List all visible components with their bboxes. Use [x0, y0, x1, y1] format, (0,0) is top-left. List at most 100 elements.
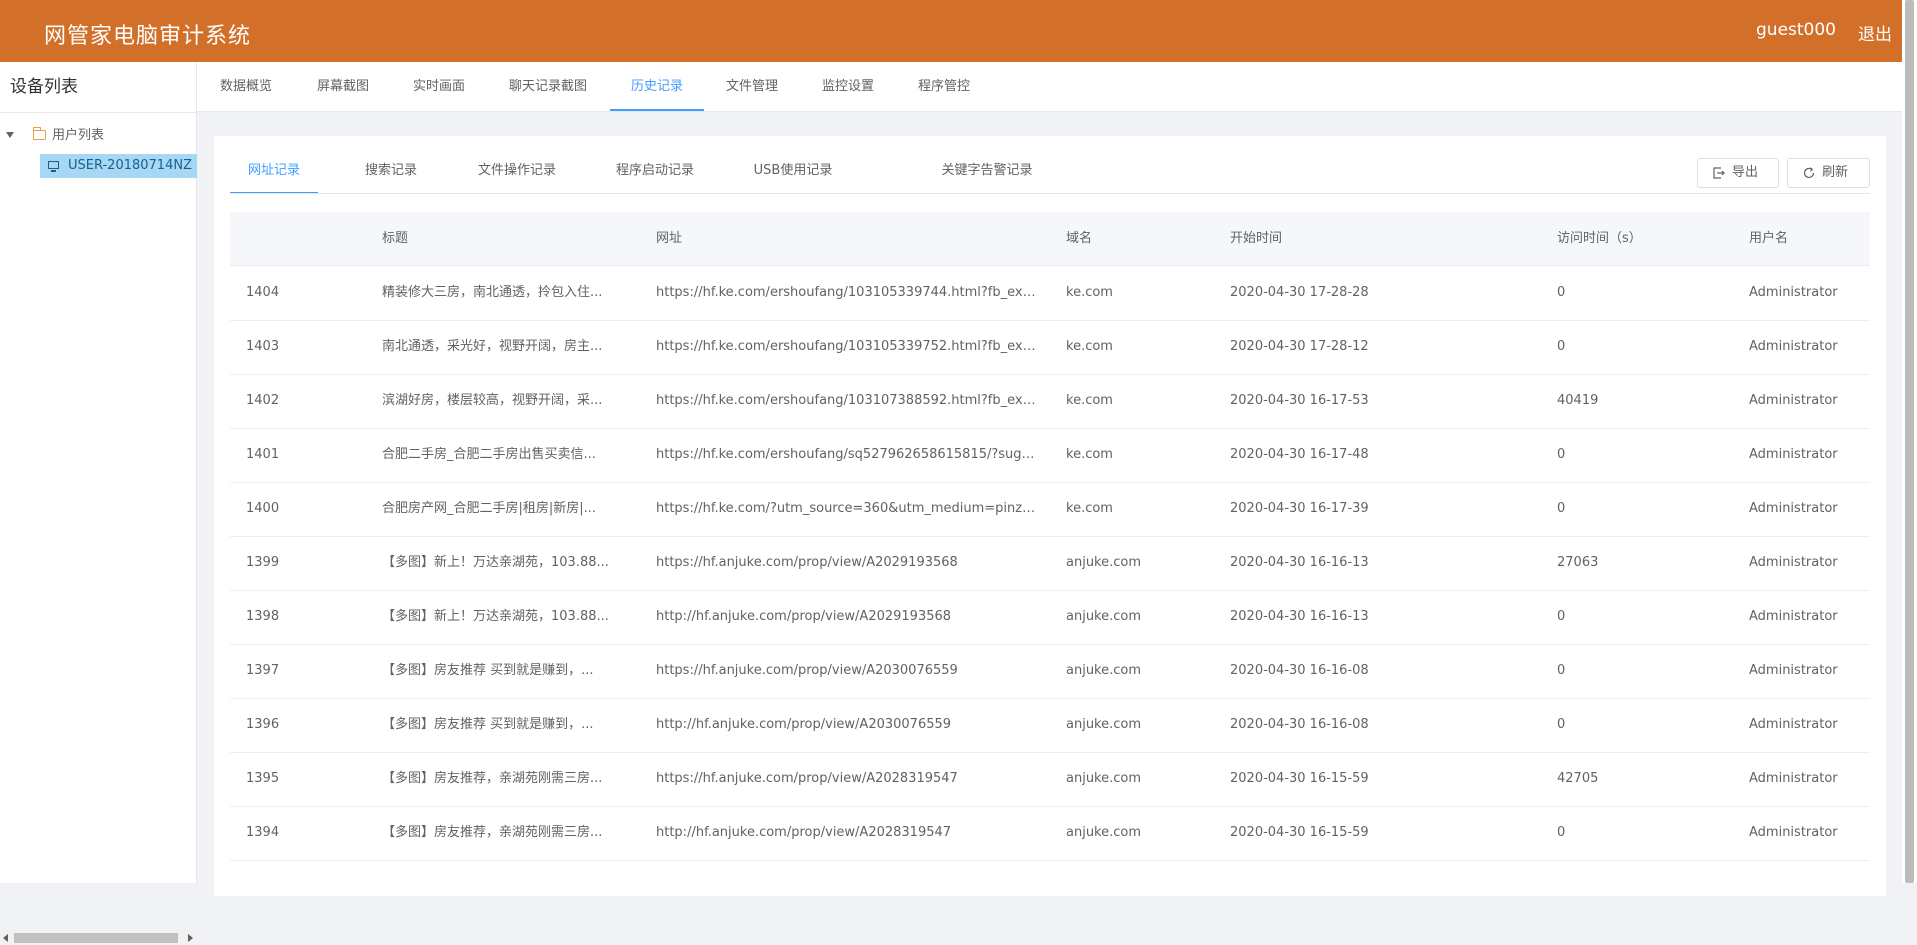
column-header-title[interactable]: 标题 [382, 212, 408, 265]
cell-title: 滨湖好房，楼层较高，视野开阔，采... [382, 393, 603, 408]
table-row[interactable]: 1396 【多图】房友推荐 买到就是赚到，... http://hf.anjuk… [230, 698, 1870, 753]
scroll-right-arrow-icon[interactable] [188, 934, 193, 942]
logout-link[interactable]: 退出 [1858, 20, 1892, 45]
cell-start-time: 2020-04-30 16-15-59 [1230, 825, 1369, 840]
refresh-icon [1803, 167, 1815, 179]
cell-id: 1402 [246, 393, 280, 408]
main-nav: 数据概览 屏幕截图 实时画面 聊天记录截图 历史记录 文件管理 监控设置 程序管… [197, 62, 1902, 112]
cell-duration: 0 [1557, 717, 1566, 732]
cell-url: https://hf.ke.com/ershoufang/10310533974… [656, 285, 1036, 300]
cell-domain: anjuke.com [1066, 609, 1142, 624]
tab-file-management[interactable]: 文件管理 [704, 62, 800, 111]
table-row[interactable]: 1401 合肥二手房_合肥二手房出售买卖信... https://hf.ke.c… [230, 428, 1870, 483]
table-header: 标题 网址 域名 开始时间 访问时间（s） 用户名 [230, 212, 1870, 266]
cell-user: Administrator [1749, 285, 1838, 300]
column-header-domain[interactable]: 域名 [1066, 212, 1092, 265]
cell-title: 南北通透，采光好，视野开阔，房主... [382, 339, 603, 354]
cell-domain: ke.com [1066, 501, 1113, 516]
cell-user: Administrator [1749, 501, 1838, 516]
table-row[interactable]: 1400 合肥房产网_合肥二手房|租房|新房|... https://hf.ke… [230, 482, 1870, 537]
cell-duration: 0 [1557, 609, 1566, 624]
table-row[interactable]: 1394 【多图】房友推荐，亲湖苑刚需三房... http://hf.anjuk… [230, 806, 1870, 861]
history-panel: 网址记录 搜索记录 文件操作记录 程序启动记录 USB使用记录 关键字告警记录 … [214, 136, 1886, 896]
cell-start-time: 2020-04-30 16-15-59 [1230, 771, 1369, 786]
export-button[interactable]: 导出 [1697, 158, 1779, 188]
cell-url: http://hf.anjuke.com/prop/view/A20300765… [656, 717, 952, 732]
table-row[interactable]: 1402 滨湖好房，楼层较高，视野开阔，采... https://hf.ke.c… [230, 374, 1870, 429]
table-row[interactable]: 1403 南北通透，采光好，视野开阔，房主... https://hf.ke.c… [230, 320, 1870, 375]
cell-domain: anjuke.com [1066, 825, 1142, 840]
app-title: 网管家电脑审计系统 [44, 24, 252, 49]
subtab-keyword-alert-records[interactable]: 关键字告警记录 [928, 148, 1046, 194]
cell-start-time: 2020-04-30 17-28-12 [1230, 339, 1369, 354]
cell-domain: ke.com [1066, 393, 1113, 408]
tab-live-view[interactable]: 实时画面 [391, 62, 487, 111]
header-user-area: guest000 退出 [1756, 20, 1892, 45]
cell-start-time: 2020-04-30 16-16-08 [1230, 663, 1369, 678]
cell-user: Administrator [1749, 663, 1838, 678]
column-header-start-time[interactable]: 开始时间 [1230, 212, 1282, 265]
column-header-url[interactable]: 网址 [656, 212, 682, 265]
cell-title: 【多图】房友推荐 买到就是赚到，... [382, 663, 594, 678]
scrollbar-thumb[interactable] [1905, 0, 1914, 883]
cell-start-time: 2020-04-30 16-17-53 [1230, 393, 1369, 408]
cell-url: https://hf.anjuke.com/prop/view/A2030076… [656, 663, 958, 678]
cell-start-time: 2020-04-30 16-16-13 [1230, 609, 1369, 624]
tab-data-overview[interactable]: 数据概览 [197, 62, 295, 111]
cell-duration: 0 [1557, 447, 1566, 462]
cell-domain: anjuke.com [1066, 555, 1142, 570]
cell-duration: 40419 [1557, 393, 1599, 408]
device-sidebar: 设备列表 用户列表 USER-20180714NZ [0, 62, 197, 945]
table-row[interactable]: 1397 【多图】房友推荐 买到就是赚到，... https://hf.anju… [230, 644, 1870, 699]
cell-id: 1400 [246, 501, 280, 516]
table-row[interactable]: 1398 【多图】新上！万达亲湖苑，103.88... http://hf.an… [230, 590, 1870, 645]
cell-start-time: 2020-04-30 16-17-48 [1230, 447, 1369, 462]
tab-program-control[interactable]: 程序管控 [896, 62, 992, 111]
page-vertical-scrollbar[interactable] [1902, 0, 1917, 883]
export-label: 导出 [1732, 165, 1759, 180]
cell-id: 1396 [246, 717, 280, 732]
cell-start-time: 2020-04-30 16-16-13 [1230, 555, 1369, 570]
cell-start-time: 2020-04-30 17-28-28 [1230, 285, 1369, 300]
cell-id: 1399 [246, 555, 280, 570]
monitor-icon [48, 161, 59, 172]
column-header-duration[interactable]: 访问时间（s） [1557, 212, 1642, 265]
cell-id: 1404 [246, 285, 280, 300]
subtab-program-launch-records[interactable]: 程序启动记录 [600, 148, 710, 194]
cell-duration: 0 [1557, 663, 1566, 678]
column-header-user[interactable]: 用户名 [1749, 212, 1788, 265]
app-header: 网管家电脑审计系统 guest000 退出 [0, 0, 1902, 62]
tree-node-device[interactable]: USER-20180714NZ [40, 154, 197, 178]
cell-url: https://hf.anjuke.com/prop/view/A2029193… [656, 555, 958, 570]
table-row[interactable]: 1395 【多图】房友推荐，亲湖苑刚需三房... https://hf.anju… [230, 752, 1870, 807]
subtab-search-records[interactable]: 搜索记录 [346, 148, 436, 194]
subtab-file-operation-records[interactable]: 文件操作记录 [462, 148, 572, 194]
subtab-url-records[interactable]: 网址记录 [230, 148, 318, 194]
tree-node-user-list[interactable]: 用户列表 [0, 122, 196, 150]
sidebar-horizontal-scrollbar[interactable] [0, 931, 196, 945]
cell-title: 合肥房产网_合肥二手房|租房|新房|... [382, 501, 597, 516]
tab-monitor-settings[interactable]: 监控设置 [800, 62, 896, 111]
tab-screenshots[interactable]: 屏幕截图 [295, 62, 391, 111]
refresh-button[interactable]: 刷新 [1787, 158, 1870, 188]
tree-node-label: 用户列表 [52, 128, 105, 143]
cell-domain: ke.com [1066, 285, 1113, 300]
tab-chat-screenshots[interactable]: 聊天记录截图 [487, 62, 609, 111]
cell-domain: ke.com [1066, 447, 1113, 462]
caret-down-icon[interactable] [6, 132, 14, 138]
table-row[interactable]: 1399 【多图】新上！万达亲湖苑，103.88... https://hf.a… [230, 536, 1870, 591]
username-label[interactable]: guest000 [1756, 20, 1836, 45]
scroll-left-arrow-icon[interactable] [3, 934, 8, 942]
table-row[interactable]: 1404 精装修大三房，南北通透，拎包入住... https://hf.ke.c… [230, 266, 1870, 321]
cell-duration: 0 [1557, 339, 1566, 354]
cell-user: Administrator [1749, 825, 1838, 840]
cell-domain: anjuke.com [1066, 771, 1142, 786]
subtab-usb-records[interactable]: USB使用记录 [738, 148, 848, 194]
cell-title: 【多图】房友推荐，亲湖苑刚需三房... [382, 825, 603, 840]
cell-title: 【多图】新上！万达亲湖苑，103.88... [382, 609, 609, 624]
cell-title: 合肥二手房_合肥二手房出售买卖信... [382, 447, 596, 462]
cell-url: https://hf.anjuke.com/prop/view/A2028319… [656, 771, 958, 786]
refresh-label: 刷新 [1822, 165, 1849, 180]
tab-history[interactable]: 历史记录 [610, 62, 704, 111]
scrollbar-thumb[interactable] [14, 933, 178, 943]
